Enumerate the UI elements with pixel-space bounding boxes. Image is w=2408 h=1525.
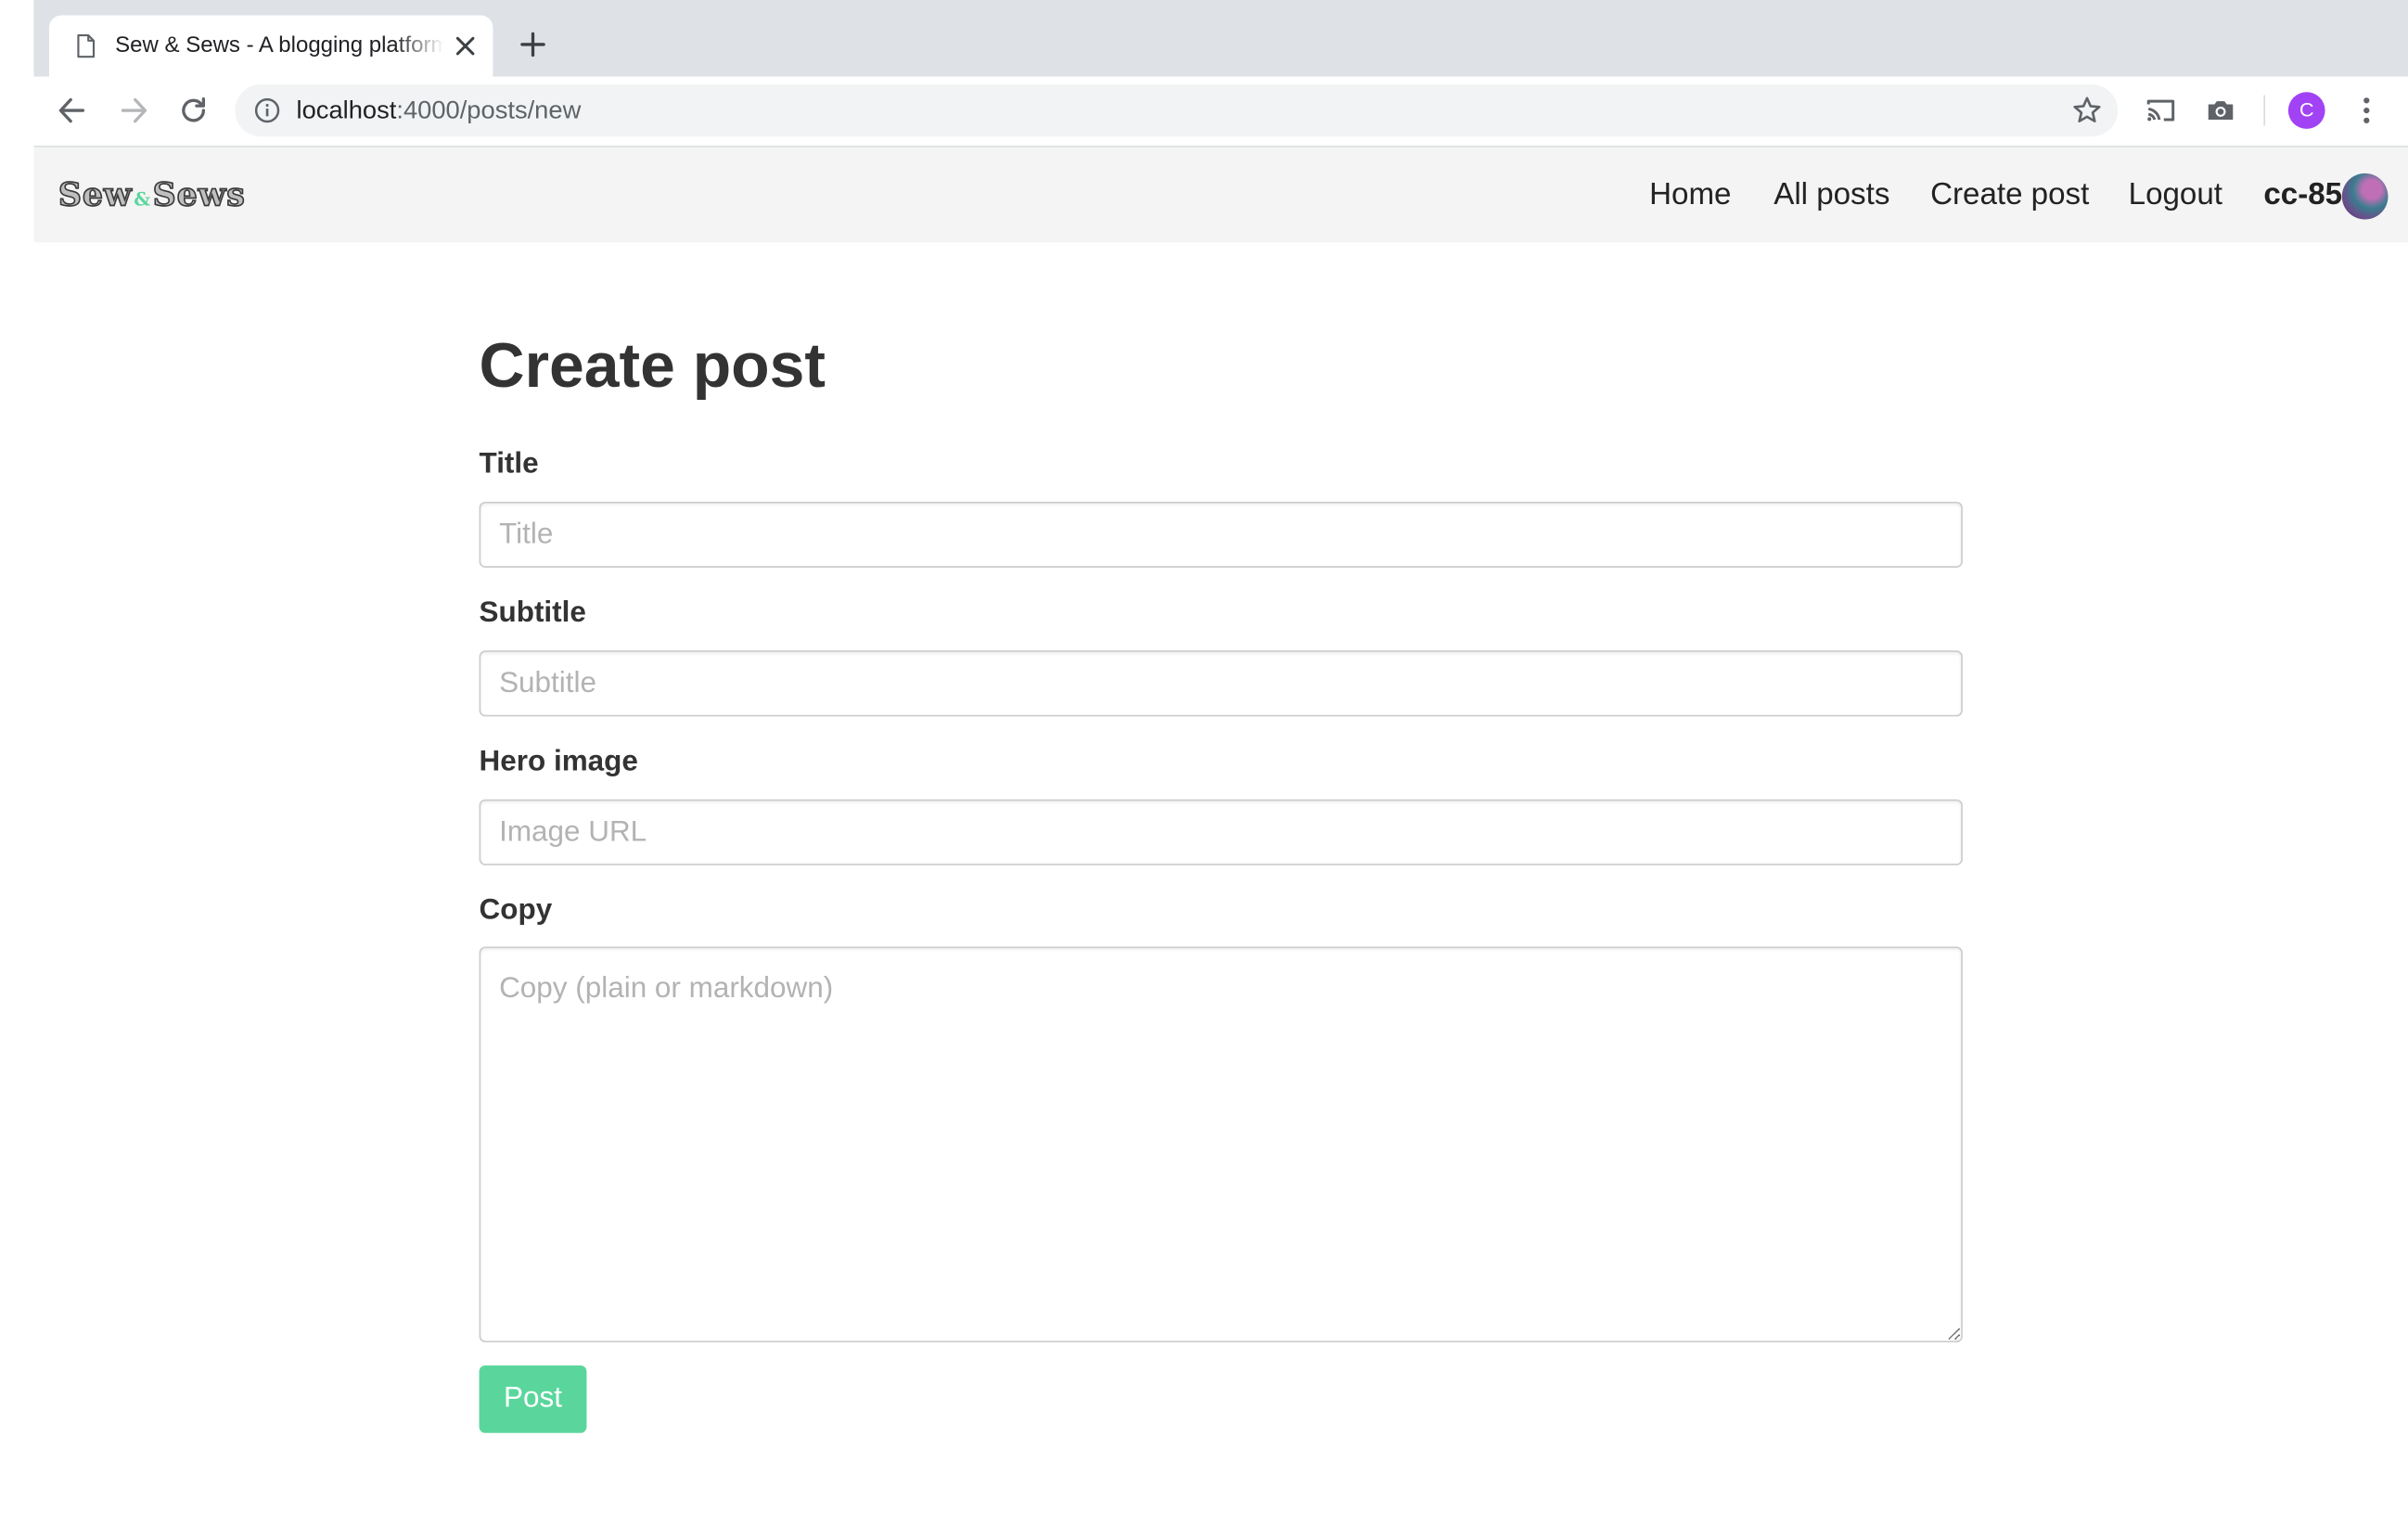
hero-image-url-input[interactable]: [479, 799, 1963, 865]
back-arrow-icon[interactable]: [56, 94, 89, 127]
nav-logout-link[interactable]: Logout: [2129, 147, 2222, 243]
brand-word-right: Sews: [152, 174, 246, 214]
site-navbar: Sew &Sews Home All posts Create post Logo…: [33, 147, 2408, 243]
address-bar[interactable]: localhost:4000/posts/new: [235, 83, 2119, 137]
url-path: :4000/posts/new: [396, 96, 582, 124]
url-host: localhost: [296, 96, 397, 124]
document-icon: [77, 33, 96, 58]
nav-all-posts-link[interactable]: All posts: [1774, 147, 1889, 243]
more-menu-icon[interactable]: [2350, 94, 2383, 127]
close-icon[interactable]: [455, 35, 476, 57]
subtitle-label: Subtitle: [479, 596, 586, 630]
browser-profile-avatar[interactable]: C: [2287, 92, 2325, 129]
user-avatar[interactable]: [2341, 173, 2389, 220]
info-icon[interactable]: [253, 96, 281, 124]
new-tab-plus-icon[interactable]: [519, 31, 547, 58]
hero-image-label: Hero image: [479, 745, 638, 778]
title-label: Title: [479, 447, 539, 481]
tab-strip: Sew & Sews - A blogging platform: [33, 0, 2408, 77]
camera-icon[interactable]: [2204, 94, 2237, 127]
copy-label: Copy: [479, 894, 553, 927]
subtitle-input[interactable]: [479, 650, 1963, 717]
browser-window: Sew & Sews - A blogging platform localho…: [0, 0, 2408, 1525]
title-input[interactable]: [479, 501, 1963, 568]
reload-icon[interactable]: [176, 94, 210, 127]
nav-username[interactable]: cc-85: [2263, 147, 2342, 243]
url-text: localhost:4000/posts/new: [297, 84, 582, 136]
toolbar-separator: [2263, 95, 2266, 126]
tab-title: Sew & Sews - A blogging platform: [115, 33, 444, 58]
copy-textarea[interactable]: [479, 946, 1963, 1343]
cast-icon[interactable]: [2144, 94, 2177, 127]
page-title: Create post: [479, 329, 826, 401]
brand-word-left: Sew: [58, 174, 133, 214]
nav-create-post-link[interactable]: Create post: [1930, 147, 2089, 243]
window-edge: [0, 0, 34, 1525]
forward-arrow-icon[interactable]: [117, 94, 150, 127]
browser-toolbar: localhost:4000/posts/new C: [33, 76, 2408, 147]
nav-home-link[interactable]: Home: [1649, 147, 1731, 243]
brand-ampersand: &: [134, 188, 151, 211]
bookmark-star-icon[interactable]: [2071, 96, 2102, 126]
site-logo[interactable]: Sew &Sews: [58, 147, 246, 243]
browser-tab[interactable]: Sew & Sews - A blogging platform: [48, 15, 493, 77]
post-submit-button[interactable]: Post: [479, 1365, 587, 1433]
